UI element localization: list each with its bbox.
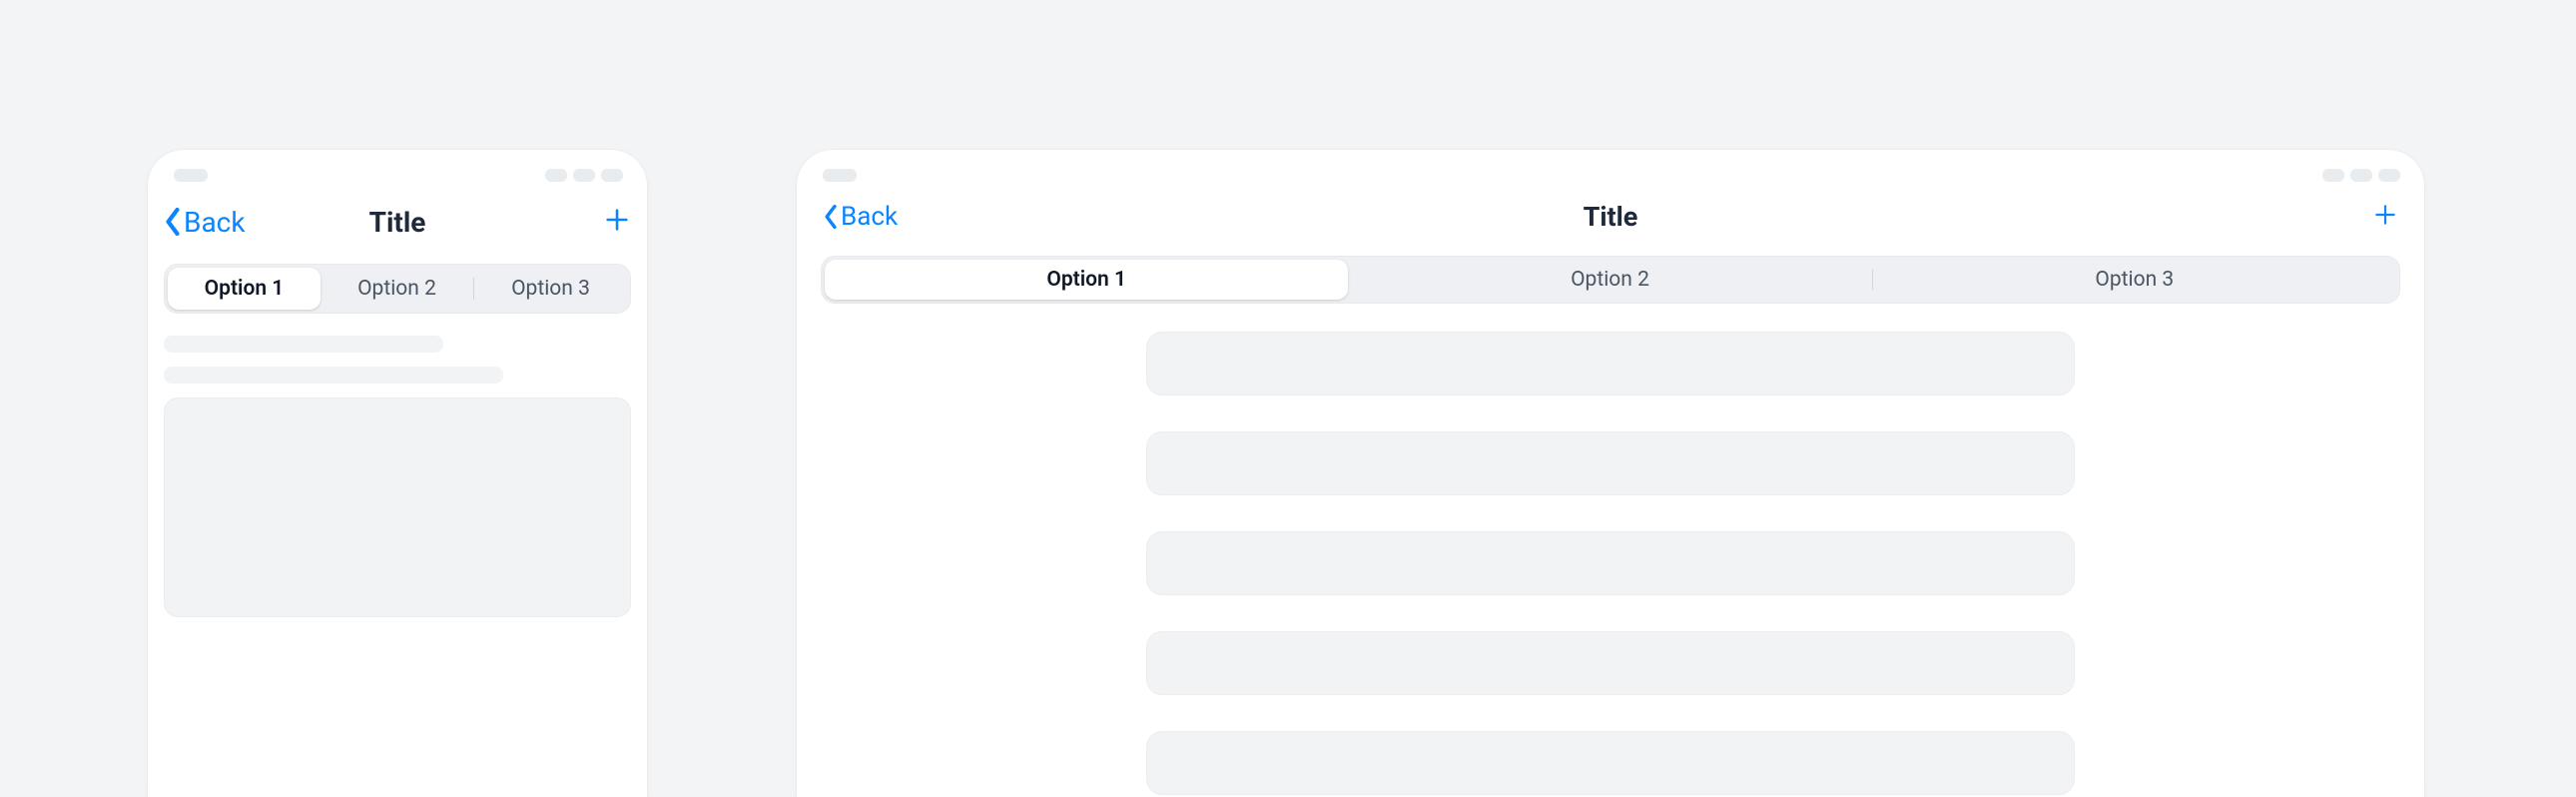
segmented-control: Option 1 Option 2 Option 3 [164,264,631,314]
content-placeholder-row [1146,731,2075,795]
phone-segmented-container: Option 1 Option 2 Option 3 [148,252,647,326]
phone-nav-bar: Back Title [148,192,647,252]
content-placeholder-row [1146,631,2075,695]
chevron-left-icon [164,207,182,237]
status-time-placeholder [823,169,857,182]
segment-option-2[interactable]: Option 2 [1348,260,1871,300]
status-battery-placeholder [601,169,623,182]
content-placeholder-row [1146,332,2075,396]
content-placeholder-line [164,367,503,384]
status-indicators [2322,169,2400,182]
add-button[interactable] [603,206,631,238]
segmented-control: Option 1 Option 2 Option 3 [821,256,2400,304]
back-label: Back [841,202,898,232]
content-placeholder-card [164,398,631,617]
content-placeholder-row [1146,431,2075,495]
chevron-left-icon [823,204,839,230]
segment-option-1[interactable]: Option 1 [825,260,1348,300]
tablet-status-bar [797,150,2424,192]
tablet-content [797,314,2424,797]
phone-content [148,326,647,627]
content-placeholder-row [1146,531,2075,595]
back-label: Back [184,206,246,239]
content-placeholder-line [164,336,443,353]
status-wifi-placeholder [2350,169,2372,182]
status-signal-placeholder [2322,169,2344,182]
status-battery-placeholder [2378,169,2400,182]
phone-frame: Back Title Option 1 Option 2 Option 3 [148,150,647,797]
tablet-frame: Back Title Option 1 Option 2 Option 3 [797,150,2424,797]
segment-option-3[interactable]: Option 3 [1873,260,2396,300]
tablet-segmented-container: Option 1 Option 2 Option 3 [797,242,2424,314]
segment-option-2[interactable]: Option 2 [321,268,473,310]
back-button[interactable]: Back [164,206,246,239]
page-title: Title [369,206,426,239]
segment-option-3[interactable]: Option 3 [474,268,627,310]
page-title: Title [1584,201,1638,233]
phone-status-bar [148,150,647,192]
status-time-placeholder [174,169,208,182]
status-indicators [545,169,623,182]
segment-option-1[interactable]: Option 1 [168,268,321,310]
plus-icon [603,206,631,238]
status-wifi-placeholder [573,169,595,182]
status-signal-placeholder [545,169,567,182]
plus-icon [2372,202,2398,232]
add-button[interactable] [2372,202,2398,232]
back-button[interactable]: Back [823,202,898,232]
tablet-nav-bar: Back Title [797,192,2424,242]
